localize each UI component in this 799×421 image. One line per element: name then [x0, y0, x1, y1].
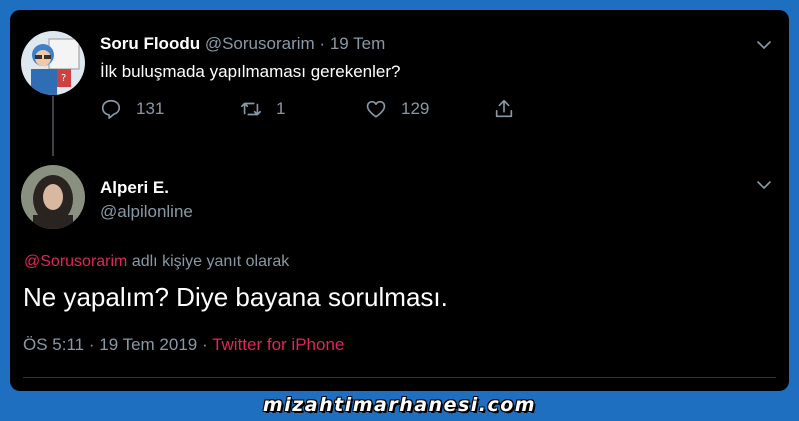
tweet-source-link[interactable]: Twitter for iPhone — [212, 335, 344, 354]
tweet-header: Soru Floodu @Sorusorarim · 19 Tem — [100, 34, 385, 54]
reply-count: 131 — [136, 99, 165, 118]
separator: · — [201, 335, 208, 354]
avatar[interactable]: ? — [21, 31, 85, 95]
reply-icon — [101, 99, 121, 119]
tweet-text: Ne yapalım? Diye bayana sorulması. — [23, 282, 448, 312]
user-photo-icon — [21, 165, 85, 229]
separator: · — [88, 335, 95, 354]
handle[interactable]: @alpilonline — [100, 202, 193, 222]
like-count: 129 — [401, 99, 430, 118]
tweet-date[interactable]: 19 Tem — [330, 34, 385, 53]
retweet-button[interactable]: 1 — [240, 96, 285, 122]
tweet-meta: ÖS 5:11 · 19 Tem 2019 · Twitter for iPho… — [23, 335, 344, 355]
like-button[interactable]: 129 — [365, 96, 429, 122]
tweet-text: İlk buluşmada yapılmaması gerekenler? — [100, 62, 401, 81]
chevron-down-icon[interactable] — [755, 36, 773, 54]
divider — [23, 377, 776, 378]
tweet-date[interactable]: 19 Tem 2019 — [99, 335, 197, 354]
chevron-down-icon[interactable] — [755, 176, 773, 194]
reply-suffix: adlı kişiye yanıt olarak — [131, 253, 290, 270]
cartoon-avatar-icon: ? — [21, 31, 85, 95]
reply-context: @Sorusorarim adlı kişiye yanıt olarak — [24, 253, 289, 271]
share-button[interactable] — [493, 96, 515, 122]
separator: · — [319, 34, 326, 53]
handle[interactable]: @Sorusorarim — [205, 34, 315, 53]
watermark-text: mizahtimarhanesi.com — [262, 394, 537, 416]
reply-button[interactable]: 131 — [100, 96, 164, 122]
tweet-card: ? Soru Floodu @Sorusorarim · 19 Tem İlk … — [10, 10, 789, 391]
retweet-icon — [241, 102, 261, 116]
display-name[interactable]: Alperi E. — [100, 178, 169, 197]
tweet-time[interactable]: ÖS 5:11 — [23, 335, 84, 354]
display-name[interactable]: Soru Floodu — [100, 34, 200, 53]
tweet-header: Alperi E. — [100, 178, 169, 198]
thread-line — [52, 96, 54, 156]
share-icon — [495, 99, 513, 118]
reply-mention-link[interactable]: @Sorusorarim — [24, 253, 127, 270]
svg-text:?: ? — [61, 73, 66, 84]
retweet-count: 1 — [276, 99, 286, 118]
heart-icon — [366, 100, 386, 118]
avatar[interactable] — [21, 165, 85, 229]
